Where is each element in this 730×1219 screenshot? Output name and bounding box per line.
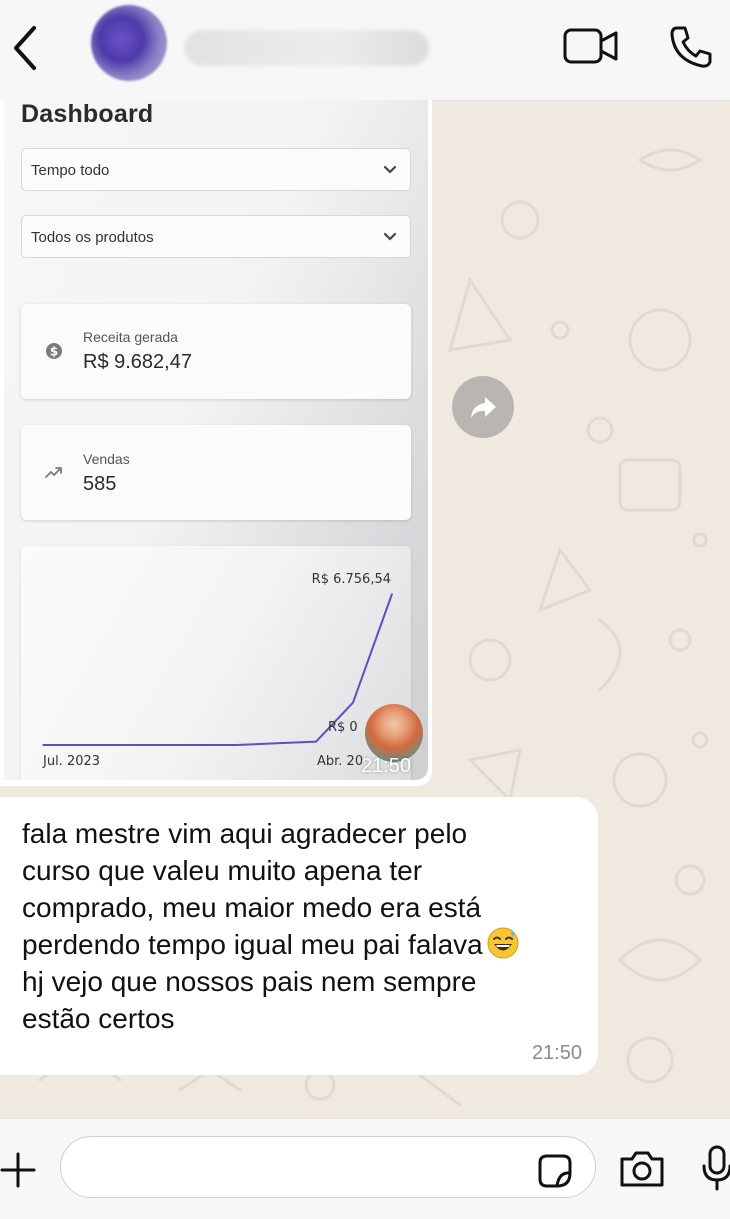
revenue-data-point	[80, 744, 82, 746]
sales-card: Vendas 585	[21, 425, 411, 520]
contact-name-blurred[interactable]	[184, 30, 429, 66]
period-select-value: Tempo todo	[31, 162, 110, 179]
trending-up-icon	[45, 467, 62, 478]
product-select: Todos os produtos	[21, 215, 411, 258]
revenue-data-point	[391, 593, 393, 595]
text-message-bubble[interactable]: fala mestre vim aqui agradecer pelo curs…	[0, 797, 598, 1075]
revenue-data-point	[235, 744, 237, 746]
revenue-data-point	[42, 744, 44, 746]
camera-icon[interactable]	[618, 1149, 666, 1189]
microphone-icon[interactable]	[700, 1144, 730, 1192]
video-call-icon[interactable]	[562, 25, 620, 67]
text-message-time: 21:50	[531, 1042, 582, 1064]
message-composer	[0, 1118, 730, 1219]
contact-avatar[interactable]	[91, 5, 167, 81]
revenue-data-point	[315, 740, 317, 743]
sender-profile-photo	[365, 704, 423, 762]
chart-min-label: R$ 0	[328, 720, 358, 735]
message-line: fala mestre vim aqui agradecer pelo	[22, 818, 468, 849]
forward-arrow-icon	[471, 397, 496, 418]
plus-icon[interactable]	[0, 1150, 40, 1190]
dashboard-screenshot[interactable]: Dashboard Tempo todo Todos os produtos $…	[4, 100, 428, 780]
message-line: estão certos	[22, 1003, 175, 1034]
revenue-chart-svg: R$ 6.756,54 R$ 0 Jul. 2023 Abr. 20	[42, 572, 393, 769]
chat-header	[0, 0, 730, 101]
image-message-bubble[interactable]: Dashboard Tempo todo Todos os produtos $…	[0, 100, 432, 786]
chart-max-label: R$ 6.756,54	[312, 572, 391, 587]
revenue-label: Receita gerada	[83, 329, 178, 345]
message-line: comprado, meu maior medo era está	[22, 892, 482, 923]
dashboard-title: Dashboard	[21, 100, 154, 128]
message-text: fala mestre vim aqui agradecer pelo curs…	[22, 815, 582, 1037]
sales-value: 585	[83, 473, 117, 495]
forward-button[interactable]	[452, 376, 514, 438]
svg-text:$: $	[50, 345, 58, 359]
grinning-sweat-emoji-icon	[487, 927, 519, 959]
period-select: Tempo todo	[21, 148, 411, 191]
sales-label: Vendas	[83, 451, 130, 467]
revenue-chart: R$ 6.756,54 R$ 0 Jul. 2023 Abr. 20	[21, 546, 411, 780]
message-line: curso que valeu muito apena ter	[22, 855, 423, 886]
phone-icon[interactable]	[668, 24, 714, 70]
message-line: perdendo tempo igual meu pai falava	[22, 929, 483, 960]
sticker-icon[interactable]	[537, 1153, 573, 1189]
chevron-left-icon[interactable]	[6, 22, 46, 74]
dollar-coin-icon: $	[46, 343, 62, 359]
product-select-value: Todos os produtos	[31, 229, 154, 246]
chevron-down-icon	[383, 165, 397, 174]
message-input[interactable]	[60, 1136, 596, 1198]
chevron-down-icon	[383, 232, 397, 241]
revenue-data-point	[180, 744, 182, 746]
image-message-time: 21:50	[361, 755, 412, 777]
revenue-value: R$ 9.682,47	[83, 351, 192, 373]
chart-x-label-end: Abr. 20	[317, 754, 363, 769]
revenue-data-point	[130, 744, 132, 746]
chart-x-label-start: Jul. 2023	[42, 754, 100, 769]
revenue-card: $ Receita gerada R$ 9.682,47	[21, 304, 411, 399]
revenue-data-point	[352, 701, 354, 704]
message-line: hj vejo que nossos pais nem sempre	[22, 966, 477, 997]
